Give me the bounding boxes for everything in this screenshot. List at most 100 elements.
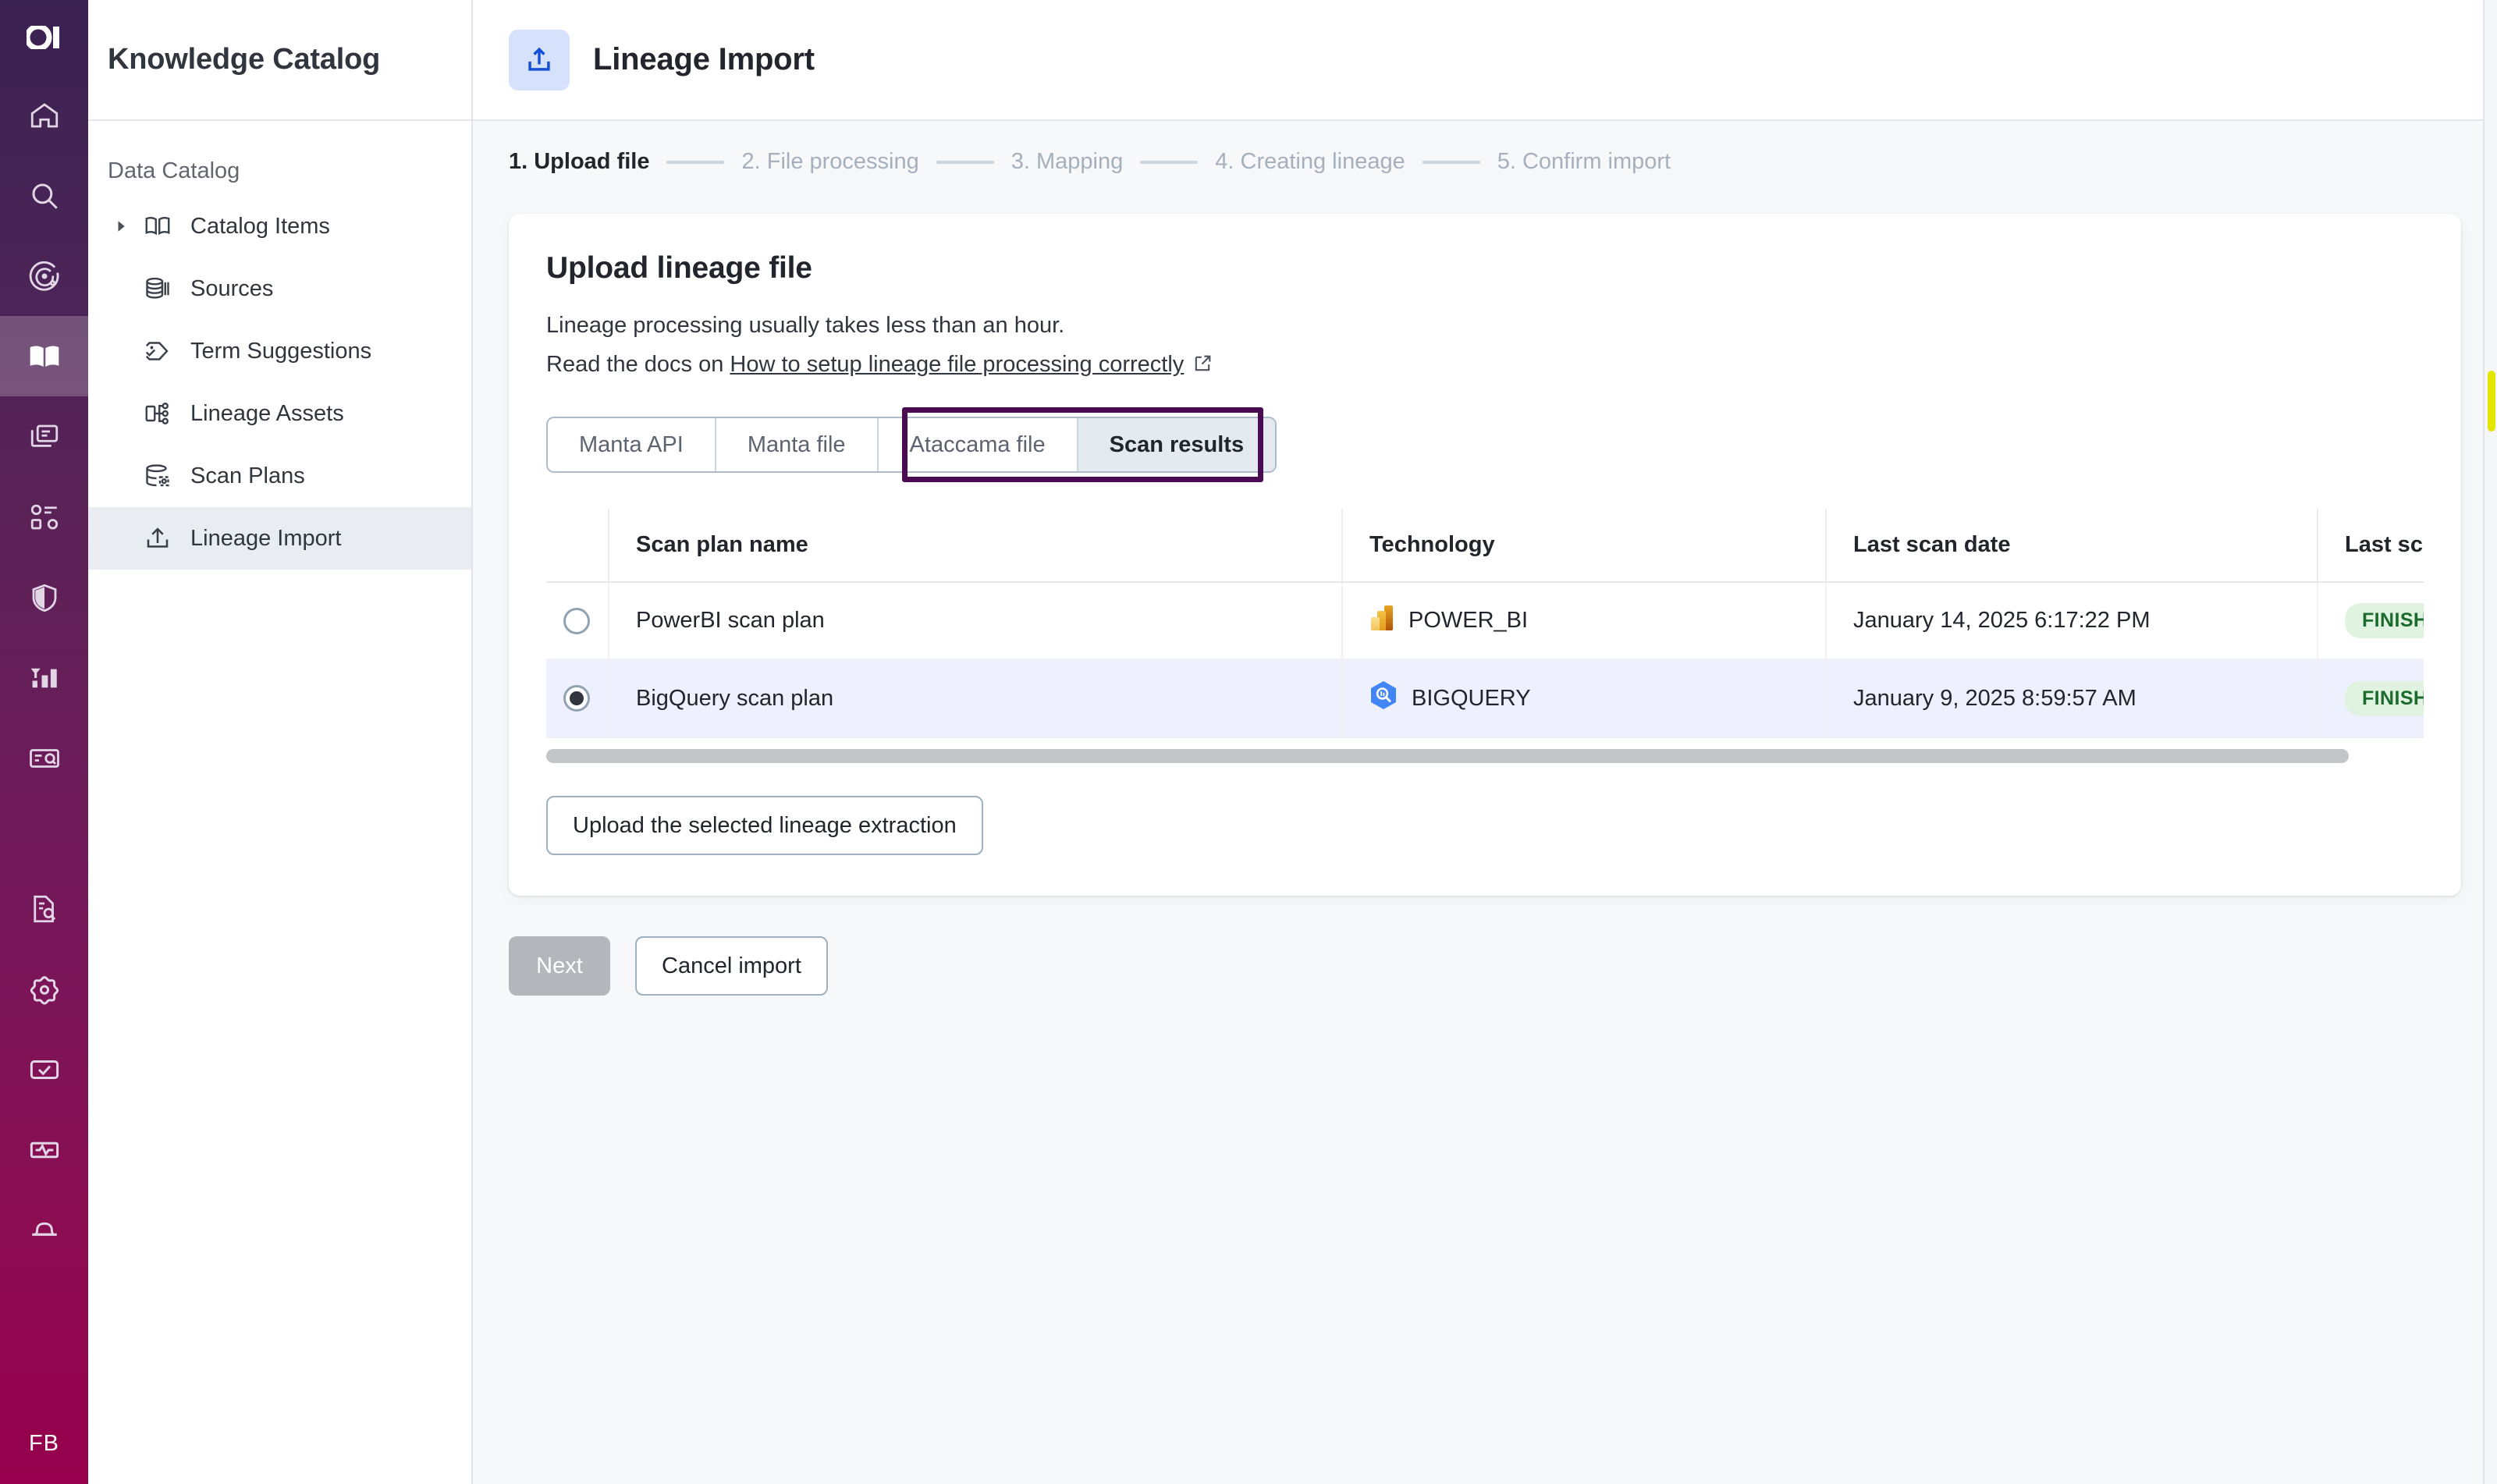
upload-icon (136, 524, 179, 552)
task-check-icon (28, 1053, 61, 1086)
rail-item-home[interactable] (0, 75, 88, 155)
column-header-scan-plan-name[interactable]: Scan plan name (609, 509, 1342, 582)
row-select-cell[interactable] (546, 659, 609, 737)
upload-lineage-card: Upload lineage file Lineage processing u… (509, 214, 2461, 896)
rail-item-monitoring[interactable] (0, 637, 88, 718)
radio-button[interactable] (563, 608, 590, 634)
step-file-processing[interactable]: 2. File processing (741, 149, 918, 175)
shield-icon (28, 581, 61, 614)
external-link-icon[interactable] (1192, 348, 1213, 387)
power-bi-icon (1369, 604, 1394, 638)
sidebar-item-label: Sources (190, 276, 273, 302)
upload-extraction-wrapper: Upload the selected lineage extraction (546, 796, 2424, 855)
cell-technology: BIGQUERY (1342, 659, 1826, 737)
sidebar-item-label: Scan Plans (190, 463, 305, 489)
status-badge: FINISHED (2345, 681, 2424, 716)
step-connector (936, 161, 994, 164)
rail-item-term-search[interactable] (0, 718, 88, 798)
page-vertical-scrollbar[interactable] (2483, 0, 2497, 1484)
step-confirm-import[interactable]: 5. Confirm import (1497, 149, 1671, 175)
card-description-line-2: Read the docs on How to setup lineage fi… (546, 345, 2424, 387)
app-logo[interactable] (0, 0, 88, 75)
avatar[interactable]: FB (0, 1404, 88, 1484)
column-header-last-scan-date[interactable]: Last scan date (1826, 509, 2318, 582)
radio-button[interactable] (563, 685, 590, 712)
next-button: Next (509, 936, 610, 996)
global-nav-rail: FB (0, 0, 88, 1484)
table-row[interactable]: BigQuery scan plan (546, 659, 2424, 737)
rail-item-tasks[interactable] (0, 1029, 88, 1109)
rail-item-activity[interactable] (0, 1109, 88, 1190)
home-icon (28, 99, 61, 132)
sidebar-item-scan-plans[interactable]: Scan Plans (88, 445, 471, 507)
sidebar-item-lineage-assets[interactable]: Lineage Assets (88, 382, 471, 445)
column-header-select (546, 509, 609, 582)
sidebar-item-label: Lineage Import (190, 526, 341, 552)
rail-item-dqc[interactable] (0, 236, 88, 316)
step-upload-file: 1. Upload file (509, 149, 649, 175)
wizard-footer-actions: Next Cancel import (473, 896, 2497, 996)
rail-bottom: FB (0, 1404, 88, 1484)
column-header-technology[interactable]: Technology (1342, 509, 1826, 582)
rail-item-documents[interactable] (0, 396, 88, 477)
sidebar-item-label: Term Suggestions (190, 339, 371, 364)
step-mapping[interactable]: 3. Mapping (1011, 149, 1124, 175)
rail-item-security[interactable] (0, 557, 88, 637)
cell-last-scan-date: January 9, 2025 8:59:57 AM (1826, 659, 2318, 737)
page-header: Lineage Import (473, 0, 2497, 121)
bigquery-icon (1369, 680, 1398, 716)
rail-item-notifications[interactable] (0, 1190, 88, 1270)
cell-technology: POWER_BI (1342, 582, 1826, 659)
sidebar-item-sources[interactable]: Sources (88, 257, 471, 320)
technology-label: BIGQUERY (1412, 686, 1531, 712)
docs-link[interactable]: How to setup lineage file processing cor… (730, 352, 1184, 377)
technology-wrapper: BIGQUERY (1369, 680, 1825, 716)
source-type-tabs-wrapper: Manta API Manta file Ataccama file Scan … (546, 417, 1277, 473)
bar-chart-icon (28, 662, 61, 694)
row-select-cell[interactable] (546, 582, 609, 659)
tab-manta-file[interactable]: Manta file (716, 418, 879, 471)
rail-item-list (0, 75, 88, 1270)
table-head: Scan plan name Technology Last scan date… (546, 509, 2424, 582)
rail-item-search[interactable] (0, 155, 88, 236)
rail-item-settings[interactable] (0, 949, 88, 1029)
tab-scan-results[interactable]: Scan results (1078, 418, 1275, 471)
upload-icon (509, 30, 570, 91)
docs-prefix-text: Read the docs on (546, 352, 730, 377)
step-connector (1140, 161, 1198, 164)
upload-selected-lineage-extraction-button[interactable]: Upload the selected lineage extraction (546, 796, 983, 855)
sidebar-item-list: Catalog Items Sources (88, 195, 471, 570)
app-root: FB Knowledge Catalog Data Catalog Catalo… (0, 0, 2497, 1484)
sidebar-title: Knowledge Catalog (108, 43, 380, 76)
sidebar-item-label: Lineage Assets (190, 401, 344, 427)
folder-documents-icon (28, 421, 61, 453)
column-header-last-scan-status[interactable]: Last scan stat (2318, 509, 2424, 582)
card-description-line-1: Lineage processing usually takes less th… (546, 306, 2424, 345)
chevron-right-icon[interactable] (108, 219, 136, 233)
table-row[interactable]: PowerBI scan plan (546, 582, 2424, 659)
status-badge: FINISHED (2345, 603, 2424, 638)
table-header-row: Scan plan name Technology Last scan date… (546, 509, 2424, 582)
sidebar-header: Knowledge Catalog (88, 0, 471, 121)
text-search-icon (28, 742, 61, 775)
cell-last-scan-date: January 14, 2025 6:17:22 PM (1826, 582, 2318, 659)
cancel-import-button[interactable]: Cancel import (635, 936, 828, 996)
table-horizontal-scrollbar[interactable] (546, 749, 2349, 763)
cell-last-scan-status: FINISHED (2318, 582, 2424, 659)
scrollbar-thumb[interactable] (2488, 371, 2495, 431)
tab-ataccama-file[interactable]: Ataccama file (879, 418, 1078, 471)
rail-item-data-search[interactable] (0, 868, 88, 949)
sidebar-item-lineage-import[interactable]: Lineage Import (88, 507, 471, 570)
rail-item-rules[interactable] (0, 477, 88, 557)
step-creating-lineage[interactable]: 4. Creating lineage (1215, 149, 1405, 175)
technology-wrapper: POWER_BI (1369, 604, 1825, 638)
sidebar-section-label: Data Catalog (88, 121, 471, 195)
tag-check-icon (136, 337, 179, 365)
sidebar-item-term-suggestions[interactable]: Term Suggestions (88, 320, 471, 382)
sidebar-item-catalog-items[interactable]: Catalog Items (88, 195, 471, 257)
step-connector (1423, 161, 1480, 164)
tab-manta-api[interactable]: Manta API (548, 418, 716, 471)
rail-item-knowledge-catalog[interactable] (0, 316, 88, 396)
book-icon (27, 339, 62, 374)
cell-last-scan-status: FINISHED (2318, 659, 2424, 737)
